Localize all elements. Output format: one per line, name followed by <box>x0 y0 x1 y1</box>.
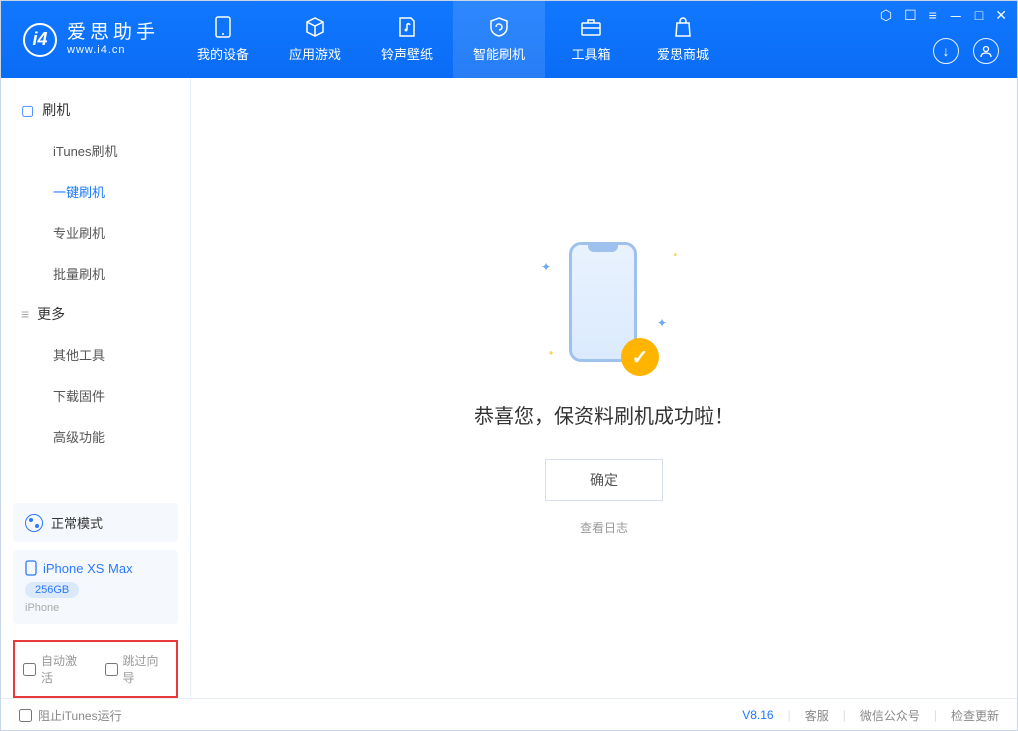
skip-guide-checkbox[interactable]: 跳过向导 <box>105 652 169 686</box>
logo-icon: i4 <box>23 23 57 57</box>
device-card[interactable]: iPhone XS Max 256GB iPhone <box>13 550 178 624</box>
toolbox-icon <box>579 16 603 38</box>
app-name: 爱思助手 <box>67 23 159 44</box>
nav-label: 应用游戏 <box>289 44 341 63</box>
support-link[interactable]: 客服 <box>805 707 829 724</box>
sidebar-item-other-tools[interactable]: 其他工具 <box>1 334 190 375</box>
main-nav: 我的设备 应用游戏 铃声壁纸 智能刷机 工具箱 爱思商城 <box>177 1 729 78</box>
status-bar: 阻止iTunes运行 V8.16 | 客服 | 微信公众号 | 检查更新 <box>1 698 1017 731</box>
sidebar-item-itunes-flash[interactable]: iTunes刷机 <box>1 130 190 171</box>
mode-label: 正常模式 <box>51 513 103 532</box>
options-highlight-box: 自动激活 跳过向导 <box>13 640 178 698</box>
nav-store[interactable]: 爱思商城 <box>637 1 729 78</box>
sidebar-item-oneclick-flash[interactable]: 一键刷机 <box>1 171 190 212</box>
sidebar-item-advanced[interactable]: 高级功能 <box>1 416 190 457</box>
music-file-icon <box>395 16 419 38</box>
sidebar-item-pro-flash[interactable]: 专业刷机 <box>1 212 190 253</box>
device-icon <box>211 16 235 38</box>
nav-label: 爱思商城 <box>657 44 709 63</box>
sidebar-group-more: ≡ 更多 <box>1 294 190 334</box>
checkmark-badge-icon: ✓ <box>621 338 659 376</box>
ok-button[interactable]: 确定 <box>545 459 663 501</box>
nav-label: 智能刷机 <box>473 44 525 63</box>
sparkle-icon: • <box>549 346 553 360</box>
phone-icon: ▢ <box>21 102 34 119</box>
sidebar-item-batch-flash[interactable]: 批量刷机 <box>1 253 190 294</box>
sidebar-group-flash: ▢ 刷机 <box>1 90 190 130</box>
user-icon[interactable] <box>973 38 999 64</box>
device-name: iPhone XS Max <box>43 561 133 576</box>
download-icon[interactable]: ↓ <box>933 38 959 64</box>
nav-my-device[interactable]: 我的设备 <box>177 1 269 78</box>
phone-small-icon <box>25 560 37 576</box>
sparkle-icon: • <box>673 250 677 261</box>
maximize-icon[interactable]: □ <box>975 7 983 27</box>
main-content: ✦ • • ✦ ✓ 恭喜您，保资料刷机成功啦！ 确定 查看日志 <box>191 78 1017 698</box>
minimize-icon[interactable]: － <box>949 7 963 27</box>
mode-card[interactable]: 正常模式 <box>13 503 178 542</box>
checkbox-label: 跳过向导 <box>123 652 169 686</box>
cube-icon <box>303 16 327 38</box>
tshirt-icon[interactable]: ⬡ <box>880 7 892 27</box>
sparkle-icon: ✦ <box>541 260 551 274</box>
sparkle-icon: ✦ <box>657 316 667 330</box>
device-capacity: 256GB <box>25 582 79 598</box>
device-type: iPhone <box>25 602 166 614</box>
nav-apps-games[interactable]: 应用游戏 <box>269 1 361 78</box>
view-log-link[interactable]: 查看日志 <box>580 519 628 536</box>
nav-label: 工具箱 <box>572 44 611 63</box>
logo-block: i4 爱思助手 www.i4.cn <box>1 1 177 78</box>
block-itunes-checkbox[interactable]: 阻止iTunes运行 <box>19 707 122 724</box>
checkbox-label: 自动激活 <box>41 652 87 686</box>
app-header: i4 爱思助手 www.i4.cn 我的设备 应用游戏 铃声壁纸 智能刷机 工具… <box>1 1 1017 78</box>
checkbox-label: 阻止iTunes运行 <box>38 707 122 724</box>
nav-ringtone-wallpaper[interactable]: 铃声壁纸 <box>361 1 453 78</box>
sidebar-item-download-firmware[interactable]: 下载固件 <box>1 375 190 416</box>
list-icon: ≡ <box>21 306 29 322</box>
success-message: 恭喜您，保资料刷机成功啦！ <box>474 400 734 429</box>
success-illustration: ✦ • • ✦ ✓ <box>559 240 649 370</box>
sidebar: ▢ 刷机 iTunes刷机 一键刷机 专业刷机 批量刷机 ≡ 更多 其他工具 下… <box>1 78 191 698</box>
close-icon[interactable]: ✕ <box>995 7 1007 27</box>
header-actions: ↓ <box>933 38 999 64</box>
shield-refresh-icon <box>487 16 511 38</box>
app-url: www.i4.cn <box>67 44 159 56</box>
bag-icon <box>671 16 695 38</box>
check-update-link[interactable]: 检查更新 <box>951 707 999 724</box>
menu-icon[interactable]: ≡ <box>929 7 937 27</box>
nav-toolbox[interactable]: 工具箱 <box>545 1 637 78</box>
version-label: V8.16 <box>742 708 773 722</box>
window-controls: ⬡ ☐ ≡ － □ ✕ <box>880 7 1007 27</box>
nav-label: 我的设备 <box>197 44 249 63</box>
nav-smart-flash[interactable]: 智能刷机 <box>453 1 545 78</box>
mode-icon <box>25 514 43 532</box>
group-title: 刷机 <box>42 100 70 120</box>
group-title: 更多 <box>37 304 65 324</box>
feedback-icon[interactable]: ☐ <box>904 7 917 27</box>
wechat-link[interactable]: 微信公众号 <box>860 707 920 724</box>
auto-activate-checkbox[interactable]: 自动激活 <box>23 652 87 686</box>
nav-label: 铃声壁纸 <box>381 44 433 63</box>
